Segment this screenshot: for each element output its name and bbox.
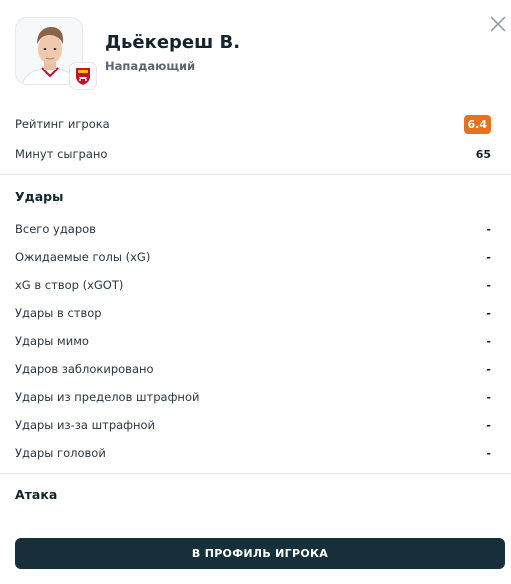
minutes-value: 65 xyxy=(475,147,491,161)
stat-row: Удары из пределов штрафной - xyxy=(15,383,491,411)
arsenal-crest-icon xyxy=(76,68,90,85)
stat-row: Ожидаемые голы (xG) - xyxy=(15,243,491,271)
stat-value: - xyxy=(486,222,491,236)
stat-value: - xyxy=(486,418,491,432)
close-icon xyxy=(490,16,506,32)
stat-label: Удары из пределов штрафной xyxy=(15,390,200,404)
stat-row: Удары в створ - xyxy=(15,299,491,327)
stat-value: - xyxy=(486,334,491,348)
player-header: Дьёкереш В. Нападающий xyxy=(15,17,475,92)
close-button[interactable] xyxy=(488,14,508,34)
stat-label: Удары головой xyxy=(15,446,106,460)
stat-value: - xyxy=(486,446,491,460)
stat-value: - xyxy=(486,278,491,292)
rating-row: Рейтинг игрока 6.4 xyxy=(15,110,491,138)
divider xyxy=(0,174,511,175)
stat-row: xG в створ (xGOT) - xyxy=(15,271,491,299)
stat-row: Удары головой - xyxy=(15,439,491,467)
stat-label: Удары мимо xyxy=(15,334,89,348)
stat-row: Всего ударов - xyxy=(15,215,491,243)
stat-row: Удары из-за штрафной - xyxy=(15,411,491,439)
stat-value: - xyxy=(486,306,491,320)
stat-row: Удары мимо - xyxy=(15,327,491,355)
stat-label: Удары в створ xyxy=(15,306,102,320)
stat-value: - xyxy=(486,362,491,376)
rating-badge: 6.4 xyxy=(463,114,491,134)
player-position: Нападающий xyxy=(105,59,196,73)
stat-label: xG в створ (xGOT) xyxy=(15,278,124,292)
minutes-label: Минут сыграно xyxy=(15,147,108,161)
player-name: Дьёкереш В. xyxy=(105,32,241,53)
stat-label: Удары из-за штрафной xyxy=(15,418,156,432)
divider xyxy=(0,473,511,474)
stat-label: Ударов заблокировано xyxy=(15,362,154,376)
club-badge xyxy=(69,62,97,90)
stat-value: - xyxy=(486,250,491,264)
rating-label: Рейтинг игрока xyxy=(15,117,110,131)
section-title-attack: Атака xyxy=(15,487,58,502)
minutes-row: Минут сыграно 65 xyxy=(15,140,491,168)
stat-row: Ударов заблокировано - xyxy=(15,355,491,383)
section-title-shots: Удары xyxy=(15,189,64,204)
stat-label: Ожидаемые голы (xG) xyxy=(15,250,151,264)
stat-label: Всего ударов xyxy=(15,222,96,236)
player-profile-button[interactable]: В ПРОФИЛЬ ИГРОКА xyxy=(15,538,505,569)
stat-value: - xyxy=(486,390,491,404)
